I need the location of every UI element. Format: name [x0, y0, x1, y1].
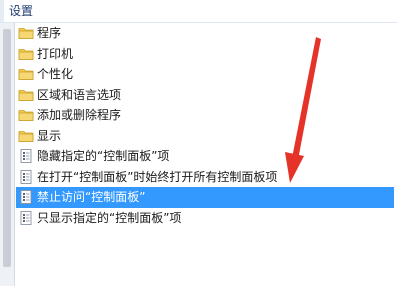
- item-label: 隐藏指定的“控制面板”项: [37, 149, 170, 163]
- vertical-scrollbar[interactable]: [0, 23, 15, 286]
- item-label: 打印机: [37, 46, 74, 61]
- settings-tree: 程序打印机个性化区域和语言选项 添加或删除程序 显示隐藏指定的“控制面板”项在打开“…: [0, 23, 397, 286]
- folder-icon: [18, 26, 34, 40]
- folder-icon: [18, 67, 34, 81]
- folder-icon: [18, 88, 34, 102]
- policy-setting-item[interactable]: 禁止访问“控制面板”: [16, 187, 394, 208]
- scrollbar-thumb[interactable]: [3, 29, 11, 267]
- item-label: 添加或删除程序: [37, 108, 122, 122]
- tree-folder-item[interactable]: 程序: [16, 23, 394, 44]
- settings-header[interactable]: 设置: [0, 0, 397, 23]
- policy-setting-item[interactable]: 隐藏指定的“控制面板”项: [16, 146, 394, 167]
- item-label: 禁止访问“控制面板”: [37, 190, 146, 204]
- policy-setting-icon: [18, 190, 34, 204]
- folder-icon: [18, 129, 34, 143]
- tree-folder-item[interactable]: 添加或删除程序: [16, 105, 394, 126]
- policy-setting-icon: [18, 149, 34, 163]
- policy-setting-icon: [18, 169, 34, 184]
- settings-list: 程序打印机个性化区域和语言选项 添加或删除程序 显示隐藏指定的“控制面板”项在打开“…: [16, 23, 394, 228]
- header-edge: [0, 0, 4, 22]
- policy-setting-item[interactable]: 在打开“控制面板”时始终打开所有控制面板项: [16, 167, 394, 188]
- item-label: 区域和语言选项: [37, 87, 122, 102]
- item-label: 只显示指定的“控制面板”项: [37, 210, 182, 225]
- tree-folder-item[interactable]: 区域和语言选项: [16, 85, 394, 106]
- group-policy-settings-panel: 设置 程序打印机个性化区域和语言选项 添加或删除程序 显示隐藏指定的“控制面板”项在…: [0, 0, 397, 286]
- tree-folder-item[interactable]: 显示: [16, 126, 394, 147]
- tree-folder-item[interactable]: 个性化: [16, 64, 394, 85]
- item-label: 个性化: [37, 67, 74, 81]
- folder-icon: [18, 108, 34, 122]
- item-label: 显示: [37, 128, 62, 143]
- settings-column-title: 设置: [9, 4, 34, 18]
- policy-setting-item[interactable]: 只显示指定的“控制面板”项: [16, 208, 394, 229]
- item-label: 程序: [37, 26, 62, 40]
- folder-icon: [18, 47, 34, 61]
- policy-setting-icon: [18, 210, 34, 225]
- item-label: 在打开“控制面板”时始终打开所有控制面板项: [37, 169, 278, 184]
- tree-folder-item[interactable]: 打印机: [16, 44, 394, 65]
